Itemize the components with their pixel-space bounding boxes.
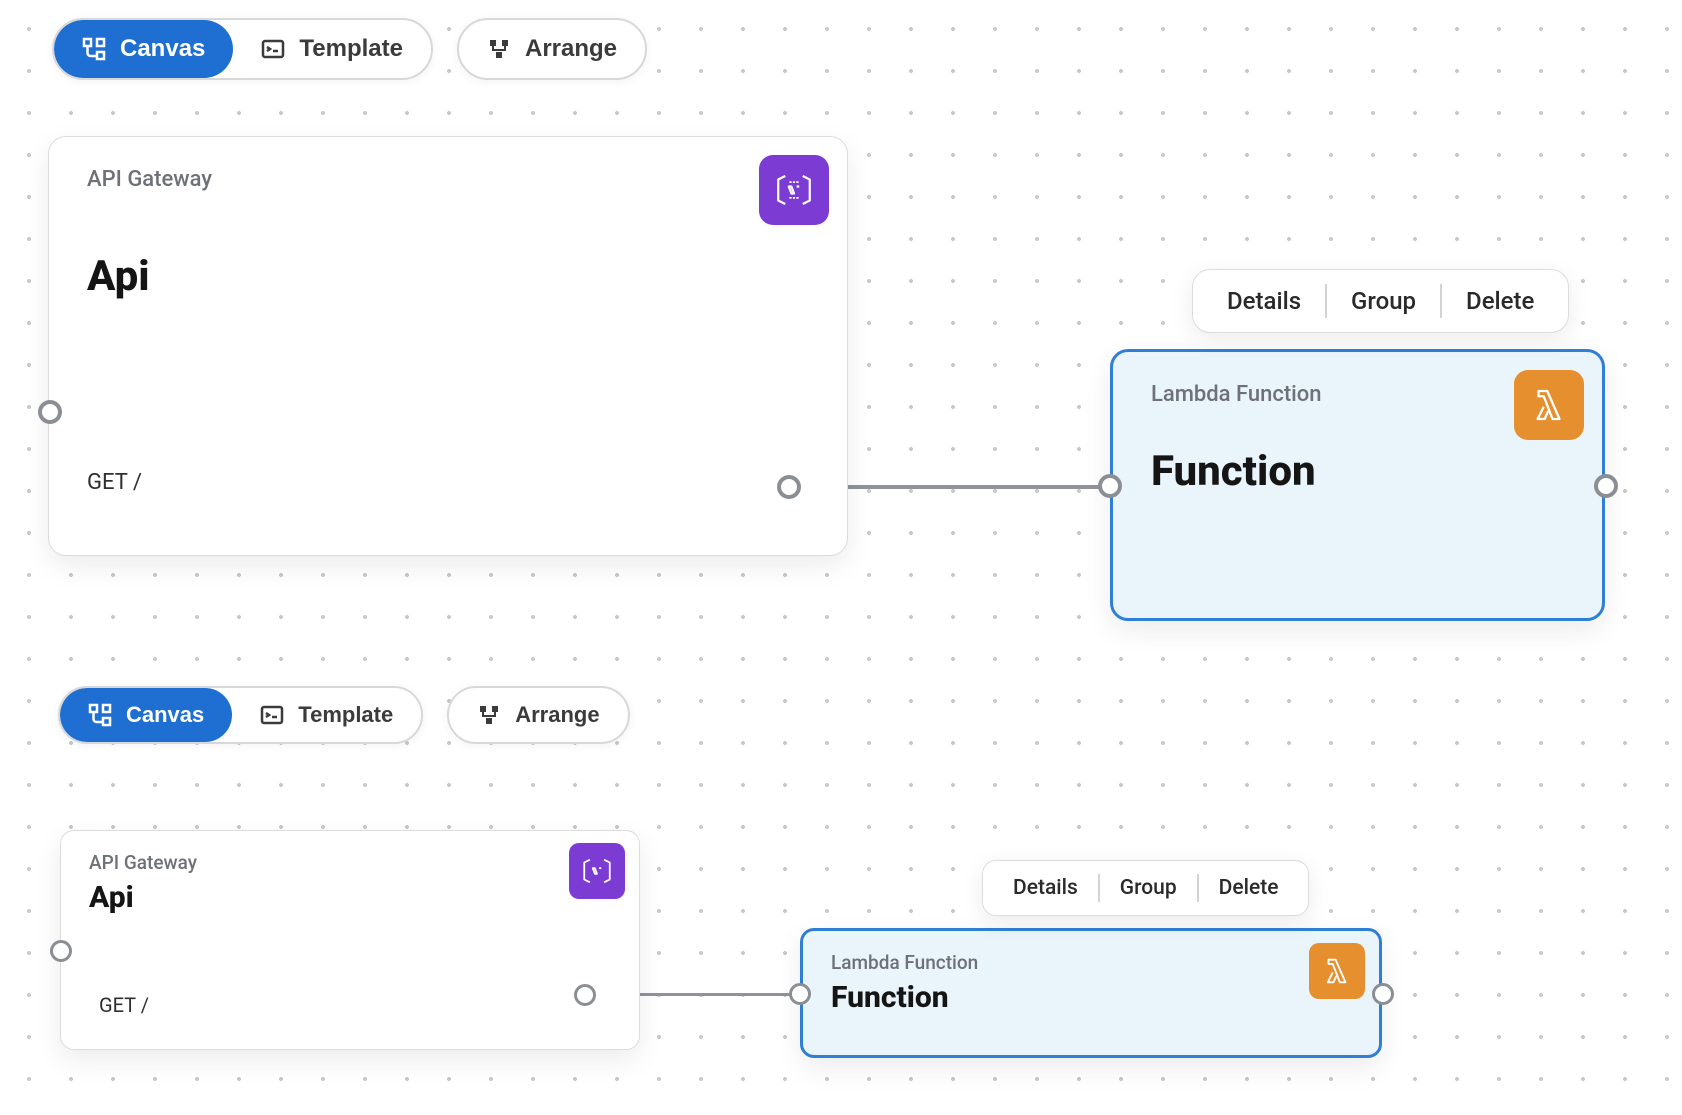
- canvas-icon: [88, 703, 112, 727]
- node-api-gateway[interactable]: API Gateway Api GET /: [48, 136, 848, 556]
- node-lambda-function[interactable]: Lambda Function Function: [800, 928, 1382, 1058]
- lambda-icon: [1309, 943, 1365, 999]
- view-mode-segment: Canvas Template: [52, 18, 433, 80]
- arrange-segment: Arrange: [447, 686, 629, 744]
- node-port-right[interactable]: [1594, 474, 1618, 498]
- template-tab[interactable]: Template: [232, 688, 421, 742]
- node-port-left[interactable]: [1098, 474, 1122, 498]
- node-port-left[interactable]: [789, 983, 811, 1005]
- toolbar: Canvas Template Arrange: [58, 686, 630, 744]
- node-name: Api: [89, 880, 615, 915]
- arrange-button-label: Arrange: [515, 702, 599, 728]
- api-gateway-icon: [759, 155, 829, 225]
- node-port-left[interactable]: [50, 940, 72, 962]
- node-port-right[interactable]: [777, 475, 801, 499]
- node-port-right[interactable]: [1372, 983, 1394, 1005]
- template-tab-label: Template: [299, 35, 403, 63]
- template-icon: [260, 703, 284, 727]
- arrange-icon: [487, 37, 511, 61]
- context-delete[interactable]: Delete: [1442, 269, 1558, 333]
- node-lambda-function[interactable]: Lambda Function Function: [1110, 349, 1605, 621]
- template-icon: [261, 37, 285, 61]
- node-endpoint: GET /: [87, 470, 142, 495]
- canvas-icon: [82, 37, 106, 61]
- arrange-button-label: Arrange: [525, 35, 617, 63]
- node-name: Function: [831, 980, 1355, 1015]
- lambda-icon: [1514, 370, 1584, 440]
- node-context-menu: Details Group Delete: [1192, 269, 1569, 333]
- node-port-right[interactable]: [574, 984, 596, 1006]
- template-tab[interactable]: Template: [233, 20, 431, 78]
- node-type-label: Lambda Function: [831, 951, 1355, 974]
- canvas-tab-label: Canvas: [120, 35, 205, 63]
- canvas-tab[interactable]: Canvas: [60, 688, 232, 742]
- canvas-tab[interactable]: Canvas: [54, 20, 233, 78]
- context-delete[interactable]: Delete: [1199, 860, 1299, 916]
- api-gateway-icon: [569, 843, 625, 899]
- node-type-label: Lambda Function: [1151, 382, 1572, 407]
- node-endpoint: GET /: [99, 993, 149, 1017]
- arrange-button[interactable]: Arrange: [459, 20, 645, 78]
- arrange-segment: Arrange: [457, 18, 647, 80]
- toolbar: Canvas Template Arrange: [52, 18, 647, 80]
- node-type-label: API Gateway: [89, 851, 615, 874]
- node-type-label: API Gateway: [87, 167, 817, 192]
- node-port-left[interactable]: [38, 400, 62, 424]
- context-details[interactable]: Details: [993, 860, 1098, 916]
- view-mode-segment: Canvas Template: [58, 686, 423, 744]
- arrange-icon: [477, 703, 501, 727]
- arrange-button[interactable]: Arrange: [449, 688, 627, 742]
- canvas-tab-label: Canvas: [126, 702, 204, 728]
- node-api-gateway[interactable]: API Gateway Api GET /: [60, 830, 640, 1050]
- node-name: Function: [1151, 447, 1572, 496]
- template-tab-label: Template: [298, 702, 393, 728]
- node-context-menu: Details Group Delete: [982, 860, 1309, 916]
- node-name: Api: [87, 252, 817, 301]
- context-group[interactable]: Group: [1327, 269, 1440, 333]
- context-details[interactable]: Details: [1203, 269, 1325, 333]
- context-group[interactable]: Group: [1100, 860, 1197, 916]
